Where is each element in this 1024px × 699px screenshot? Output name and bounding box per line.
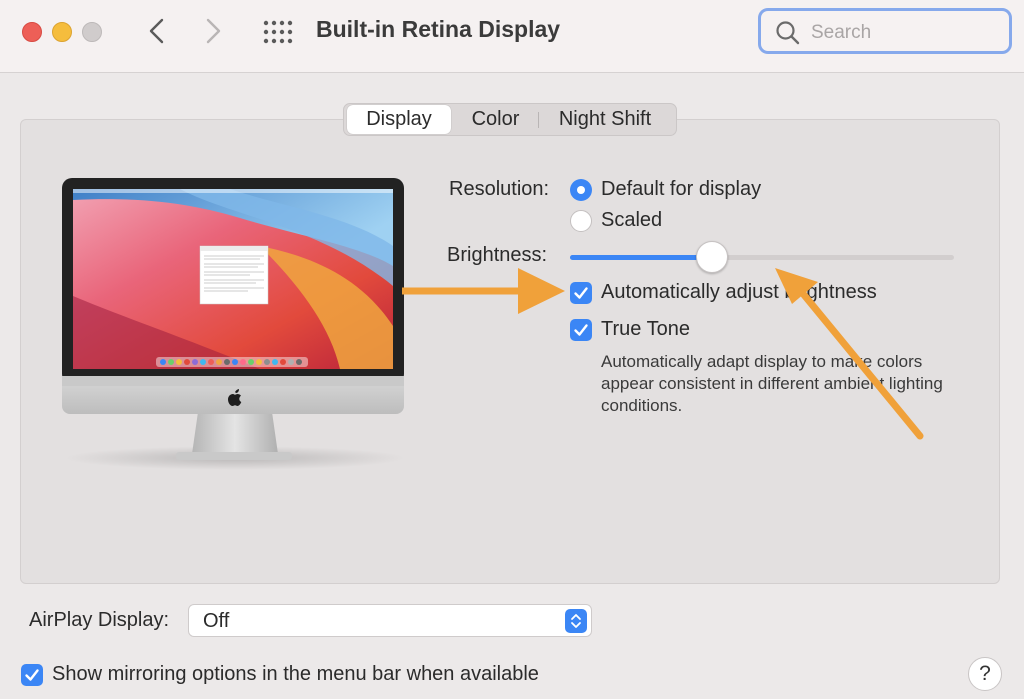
- checkmark-icon: [25, 669, 39, 681]
- mirroring-options-label[interactable]: Show mirroring options in the menu bar w…: [52, 663, 539, 686]
- checkmark-icon: [574, 287, 588, 299]
- tab-night-shift[interactable]: Night Shift: [540, 104, 670, 135]
- chevron-up-down-icon: [571, 614, 581, 628]
- search-input[interactable]: [809, 20, 1003, 46]
- search-field[interactable]: [758, 8, 1012, 54]
- mirroring-options-checkbox[interactable]: [21, 664, 43, 686]
- tab-divider: [538, 112, 539, 128]
- auto-brightness-checkbox[interactable]: [570, 282, 592, 304]
- minimize-button[interactable]: [52, 22, 72, 42]
- segmented-tabs: Display Color Night Shift: [343, 103, 677, 136]
- default-for-display-label[interactable]: Default for display: [601, 178, 761, 201]
- airplay-display-value: Off: [203, 610, 230, 632]
- close-button[interactable]: [22, 22, 42, 42]
- brightness-slider-knob[interactable]: [696, 241, 729, 273]
- true-tone-label[interactable]: True Tone: [601, 318, 690, 341]
- help-button[interactable]: ?: [968, 657, 1002, 691]
- window-title: Built-in Retina Display: [316, 16, 561, 42]
- show-all-button[interactable]: [262, 18, 294, 46]
- tab-color[interactable]: Color: [452, 104, 539, 135]
- chevron-right-icon: [206, 18, 221, 44]
- radio-default-for-display[interactable]: [570, 179, 592, 201]
- true-tone-checkbox[interactable]: [570, 319, 592, 341]
- grid-icon: [263, 20, 293, 44]
- back-button[interactable]: [142, 14, 172, 48]
- scaled-label[interactable]: Scaled: [601, 209, 662, 232]
- brightness-slider-fill: [570, 255, 713, 260]
- select-stepper[interactable]: [565, 609, 587, 633]
- brightness-slider-track[interactable]: [570, 255, 954, 260]
- true-tone-description: Automatically adapt display to make colo…: [601, 352, 943, 415]
- resolution-label: Resolution:: [449, 178, 550, 200]
- forward-button[interactable]: [198, 14, 228, 48]
- imac-illustration: [62, 178, 405, 470]
- zoom-button[interactable]: [82, 22, 102, 42]
- tab-display[interactable]: Display: [347, 105, 451, 134]
- window-toolbar: Built-in Retina Display: [0, 0, 1024, 73]
- radio-scaled[interactable]: [570, 210, 592, 232]
- checkmark-icon: [574, 324, 588, 336]
- airplay-display-select[interactable]: Off: [188, 604, 592, 637]
- search-icon: [776, 21, 800, 45]
- brightness-label: Brightness:: [447, 244, 548, 266]
- airplay-display-label: AirPlay Display:: [29, 609, 170, 631]
- chevron-left-icon: [149, 18, 164, 44]
- auto-brightness-label[interactable]: Automatically adjust brightness: [601, 281, 877, 304]
